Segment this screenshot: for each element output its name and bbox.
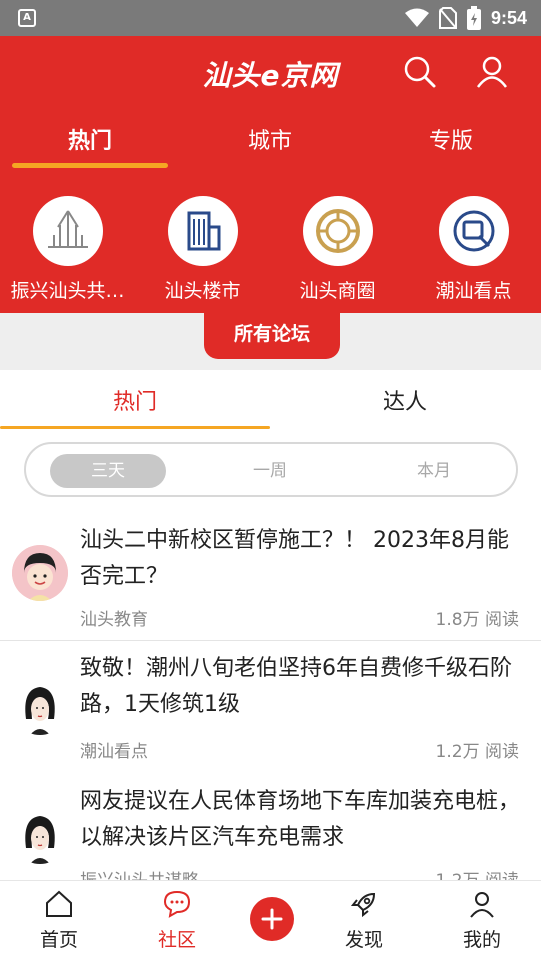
- tab-city[interactable]: 城市: [180, 124, 360, 164]
- tab-hot-posts[interactable]: 热门: [0, 384, 270, 416]
- nav-community[interactable]: 社区: [137, 889, 217, 952]
- notification-icon: A: [18, 9, 36, 27]
- nav-label: 我的: [462, 929, 501, 951]
- segment-week[interactable]: 一周: [212, 454, 328, 488]
- post-forum[interactable]: 汕头教育: [80, 605, 148, 630]
- nav-label: 社区: [157, 929, 196, 951]
- forum-zhenxing[interactable]: 振兴汕头共…: [0, 196, 135, 303]
- mall-icon: [315, 209, 360, 253]
- tab-hot[interactable]: 热门: [0, 124, 180, 164]
- post-title[interactable]: 网友提议在人民体育场地下车库加装充电桩，以解决该片区汽车充电需求: [80, 784, 520, 856]
- nav-home[interactable]: 首页: [19, 889, 99, 952]
- temple-icon: [47, 210, 88, 248]
- search-icon[interactable]: [402, 54, 438, 90]
- user-icon[interactable]: [474, 54, 510, 90]
- forum-label: 潮汕看点: [435, 280, 512, 302]
- avatar: [12, 679, 68, 735]
- nav-label: 首页: [39, 929, 78, 951]
- segment-month[interactable]: 本月: [376, 454, 492, 488]
- bottom-navigation: 首页 社区 发现 我的: [0, 880, 541, 963]
- user-icon: [470, 892, 494, 918]
- feed-tabs: 热门 达人: [0, 370, 541, 430]
- add-post-button[interactable]: [250, 897, 294, 941]
- post-title[interactable]: 汕头二中新校区暂停施工？！ 2023年8月能否完工？: [80, 523, 520, 595]
- rocket-icon: [350, 892, 376, 918]
- app-logo: 汕头e京网: [202, 59, 339, 92]
- forum-business[interactable]: 汕头商圈: [270, 196, 405, 303]
- nav-discover[interactable]: 发现: [324, 889, 404, 952]
- nav-mine[interactable]: 我的: [442, 889, 522, 952]
- add-icon: [261, 908, 283, 930]
- home-icon: [46, 890, 72, 917]
- time-range-selector: 三天 一周 本月: [24, 442, 518, 497]
- post-read-count: 1.8万 阅读: [435, 610, 519, 630]
- forum-property[interactable]: 汕头楼市: [135, 196, 270, 303]
- header: 汕头e京网 热门 城市 专版 振兴汕头共… 汕头楼市 汕头商圈 潮汕看点: [0, 36, 541, 313]
- post-title[interactable]: 致敬！潮州八旬老伯坚持6年自费修千级石阶路，1天修筑1级: [80, 651, 520, 723]
- tab-special[interactable]: 专版: [361, 124, 541, 164]
- forum-label: 汕头楼市: [164, 280, 241, 302]
- building-icon: [187, 211, 220, 251]
- forum-chaoshan[interactable]: 潮汕看点: [406, 196, 541, 303]
- tv-icon: [453, 210, 494, 252]
- segment-three-days[interactable]: 三天: [50, 454, 166, 488]
- post-forum[interactable]: 振兴汕头共谋略: [80, 866, 199, 880]
- post-forum[interactable]: 潮汕看点: [80, 737, 148, 762]
- nav-label: 发现: [344, 929, 383, 951]
- list-item[interactable]: 网友提议在人民体育场地下车库加装充电桩，以解决该片区汽车充电需求 振兴汕头共谋略…: [0, 776, 541, 880]
- list-item[interactable]: 汕头二中新校区暂停施工？！ 2023年8月能否完工？ 汕头教育 1.8万 阅读: [0, 515, 541, 640]
- no-sim-icon: [438, 7, 457, 29]
- wifi-icon: [404, 8, 429, 27]
- forum-label: 汕头商圈: [299, 280, 376, 302]
- post-read-count: 1.2万 阅读: [436, 866, 519, 880]
- avatar: [12, 808, 68, 864]
- avatar: [12, 545, 68, 601]
- tab-experts[interactable]: 达人: [270, 384, 540, 416]
- forum-label: 振兴汕头共…: [10, 280, 125, 302]
- forum-shortcuts: 振兴汕头共… 汕头楼市 汕头商圈 潮汕看点: [0, 196, 541, 306]
- post-read-count: 1.2万 阅读: [435, 742, 519, 762]
- chat-icon: [163, 890, 191, 918]
- active-tab-indicator: [12, 163, 168, 168]
- list-item[interactable]: 致敬！潮州八旬老伯坚持6年自费修千级石阶路，1天修筑1级 潮汕看点 1.2万 阅…: [0, 641, 541, 776]
- feed-tab-indicator: [0, 426, 270, 429]
- status-bar: A 9:54: [0, 0, 541, 36]
- clock: 9:54: [490, 7, 527, 28]
- battery-icon: [466, 6, 481, 30]
- all-forums-button[interactable]: 所有论坛: [204, 303, 340, 359]
